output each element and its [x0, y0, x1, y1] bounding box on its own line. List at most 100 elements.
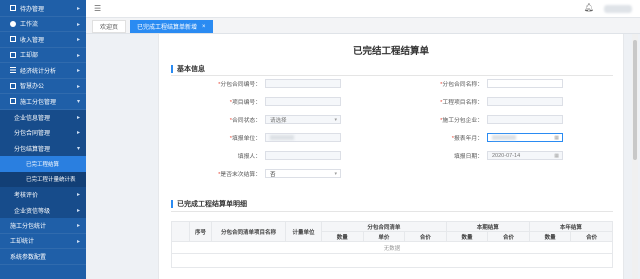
sidebar-item-label: 工却统计 — [10, 239, 35, 246]
sidebar-item-workflow[interactable]: 工作流 ▸ — [0, 17, 86, 32]
field-label: *是否末次结算： — [218, 172, 261, 178]
sidebar: 待办管理 ▸ 工作流 ▸ 收入管理 ▸ 工却部 ▸ 经济统计分析 ▸ 智慧办公 … — [0, 0, 86, 279]
income-icon — [10, 36, 16, 43]
chevron-right-icon: ▸ — [76, 6, 80, 12]
project-name-input[interactable] — [487, 97, 563, 106]
project-no-input[interactable] — [265, 97, 341, 106]
todo-icon — [10, 5, 16, 12]
sidebar-item-label: 系统参数配置 — [10, 254, 47, 261]
main-content: 已完结工程结算单 基本信息 *分包合同编号： *分包合同名称： *项目编号： *… — [86, 34, 640, 279]
sidebar-sub-settlement[interactable]: 分包结算管理 ▾ — [0, 140, 86, 156]
chevron-right-icon: ▸ — [76, 207, 80, 214]
sidebar-sub-credit[interactable]: 企业资信等级 ▸ — [0, 202, 86, 218]
close-icon[interactable]: × — [202, 24, 206, 30]
subcontract-company-field: *施工分包企业： — [421, 115, 563, 124]
sidebar-item-office[interactable]: 智慧办公 ▸ — [0, 79, 86, 94]
user-menu[interactable] — [604, 5, 632, 13]
column-header: 序号 — [189, 221, 212, 242]
sidebar-item-label: 施工分包管理 — [20, 99, 57, 106]
empty-message: 无数据 — [171, 241, 613, 254]
calendar-icon: ▦ — [554, 153, 559, 159]
sidebar-item-label: 收入管理 — [20, 37, 45, 44]
column-header: 合价 — [570, 231, 613, 242]
field-label: *分包合同名称： — [440, 82, 483, 88]
bell-icon[interactable]: 🔔︎ — [584, 3, 594, 12]
scrollbar-thumb[interactable] — [633, 40, 637, 160]
chevron-right-icon: ▸ — [76, 192, 80, 198]
sidebar-item-subcontract-stats[interactable]: 施工分包统计 ▸ — [0, 218, 86, 234]
sidebar-sub2-completed-settlement[interactable]: 已完工程结算 — [0, 156, 86, 172]
is-final-select[interactable]: 否 ▾ — [265, 169, 341, 178]
report-month-field: *报表年月： ▦ — [421, 133, 563, 142]
contract-status-select[interactable]: 请选择 ▾ — [265, 115, 341, 124]
workflow-icon — [10, 20, 16, 27]
chevron-right-icon: ▸ — [76, 223, 80, 229]
table-row — [171, 253, 613, 268]
fill-date-field: 填报日期： 2020-07-14 ▦ — [421, 151, 563, 160]
calendar-icon: ▦ — [554, 135, 559, 141]
sidebar-item-system-config[interactable]: 系统参数配置 — [0, 249, 86, 265]
menu-icon[interactable]: ☰ — [94, 4, 101, 13]
chevron-down-icon: ▾ — [334, 117, 337, 123]
chevron-right-icon: ▸ — [76, 130, 80, 136]
sidebar-item-label: 工却部 — [20, 53, 39, 60]
field-label: *填报单位： — [229, 136, 261, 142]
sidebar-item-labor-stats[interactable]: 工却统计 ▸ — [0, 234, 86, 249]
sidebar-item-label: 分包合同管理 — [14, 131, 51, 138]
scrollbar[interactable] — [632, 34, 638, 279]
tab-bar: 欢迎页 已完成工程结算单新增 × — [86, 18, 640, 34]
chevron-right-icon: ▸ — [76, 52, 80, 59]
column-header: 合价 — [487, 231, 530, 242]
detail-table: 序号 分包合同清单项目名称 计量单位 分包合同清单 本期结算 本年结算 数量 单… — [171, 221, 614, 268]
section-basic-info: 基本信息 — [171, 64, 205, 74]
subcontract-company-input[interactable] — [487, 115, 563, 124]
sidebar-item-label: 工作流 — [20, 22, 39, 29]
chevron-right-icon: ▸ — [76, 114, 80, 121]
redacted-value — [492, 135, 516, 140]
field-label: *项目编号： — [229, 100, 261, 106]
fill-unit-input[interactable] — [265, 133, 341, 142]
field-label: 填报日期： — [454, 154, 483, 160]
section-detail: 已完成工程结算单明细 — [171, 199, 247, 209]
labor-icon — [10, 51, 16, 58]
column-group-header: 分包合同清单 — [321, 221, 447, 232]
sidebar-item-label: 已完工程计量统计表 — [26, 177, 76, 184]
select-all-column[interactable] — [171, 221, 190, 242]
chevron-right-icon: ▸ — [76, 37, 80, 43]
sidebar-item-label: 分包结算管理 — [14, 146, 51, 153]
select-value: 请选择 — [270, 117, 287, 124]
sidebar-item-label: 经济统计分析 — [20, 68, 57, 75]
project-no-field: *项目编号： — [199, 97, 341, 106]
sidebar-item-labor[interactable]: 工却部 ▸ — [0, 48, 86, 63]
column-header: 单价 — [362, 231, 406, 242]
column-header: 数量 — [528, 231, 572, 242]
chevron-down-icon: ▾ — [334, 171, 337, 177]
chart-icon — [10, 67, 16, 74]
contract-name-input[interactable] — [487, 79, 563, 88]
sidebar-sub-evaluation[interactable]: 考核评价 ▸ — [0, 187, 86, 203]
sidebar-item-subcontract[interactable]: 施工分包管理 ▾ — [0, 94, 86, 110]
fill-date-picker[interactable]: 2020-07-14 ▦ — [487, 151, 563, 160]
chevron-right-icon: ▸ — [76, 238, 80, 245]
sidebar-sub2-measurement-stats[interactable]: 已完工程计量统计表 — [0, 171, 86, 187]
tab-current[interactable]: 已完成工程结算单新增 × — [130, 20, 213, 33]
contract-no-input[interactable] — [265, 79, 341, 88]
column-header: 计量单位 — [285, 221, 322, 242]
sidebar-item-income[interactable]: 收入管理 ▸ — [0, 32, 86, 48]
sidebar-item-label: 企业信息管理 — [14, 115, 51, 122]
redacted-value — [270, 135, 294, 140]
sidebar-item-label: 待办管理 — [20, 6, 45, 13]
field-label: *合同状态： — [229, 118, 261, 124]
chevron-right-icon: ▸ — [76, 68, 80, 74]
sidebar-item-todo[interactable]: 待办管理 ▸ — [0, 1, 86, 17]
sidebar-item-economic[interactable]: 经济统计分析 ▸ — [0, 63, 86, 79]
sidebar-sub-enterprise-info[interactable]: 企业信息管理 ▸ — [0, 109, 86, 125]
tab-home[interactable]: 欢迎页 — [92, 20, 127, 33]
sidebar-sub-contract[interactable]: 分包合同管理 ▸ — [0, 125, 86, 141]
column-header: 数量 — [445, 231, 489, 242]
column-header: 分包合同清单项目名称 — [211, 221, 286, 242]
report-month-picker[interactable]: ▦ — [487, 133, 563, 142]
sidebar-item-label: 考核评价 — [14, 193, 39, 200]
filler-input[interactable] — [265, 151, 341, 160]
top-bar: ☰ 🔔︎ — [86, 0, 640, 18]
